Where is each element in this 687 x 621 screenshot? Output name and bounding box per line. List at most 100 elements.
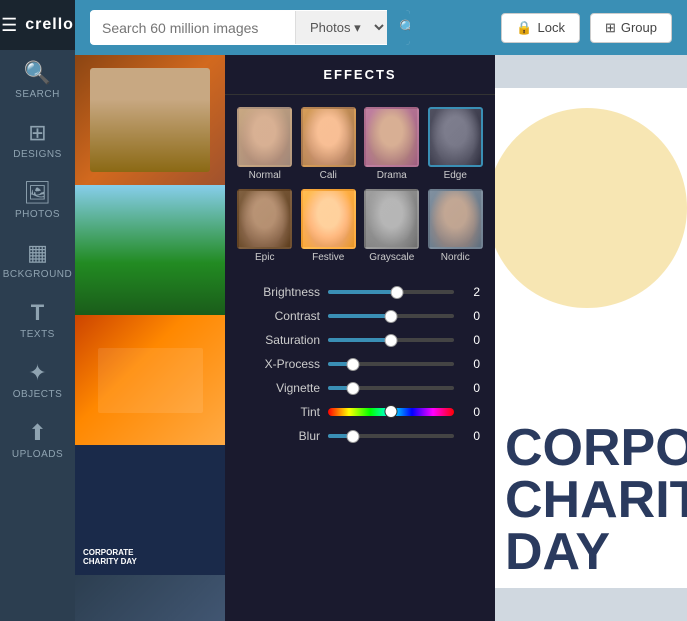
sidebar-item-search[interactable]: 🔍 SEARCH	[0, 50, 75, 110]
effect-cali[interactable]: Cali	[297, 103, 361, 185]
effect-nordic[interactable]: Nordic	[424, 185, 488, 267]
effect-epic[interactable]: Epic	[233, 185, 297, 267]
effects-grid: Normal Cali Drama Edge	[225, 95, 495, 275]
sidebar-item-uploads[interactable]: ⬆ UPLOADS	[0, 410, 75, 470]
effect-grayscale[interactable]: Grayscale	[360, 185, 424, 267]
hamburger-icon[interactable]: ☰	[1, 15, 17, 36]
xprocess-row: X-Process 0	[240, 357, 480, 371]
blur-track[interactable]	[328, 434, 454, 438]
search-input[interactable]	[90, 12, 295, 44]
canvas-content: CORPORATE CHARITY DAY	[495, 88, 687, 588]
brightness-row: Brightness 2	[240, 285, 480, 299]
saturation-value: 0	[462, 333, 480, 347]
sidebar-item-label: UPLOADS	[12, 449, 63, 460]
blur-row: Blur 0	[240, 429, 480, 443]
effect-thumb-grayscale	[364, 189, 419, 249]
sidebar-item-label: SEARCH	[15, 89, 60, 100]
effect-thumb-cali	[301, 107, 356, 167]
group-button[interactable]: ⊞ Group	[590, 13, 672, 43]
xprocess-track[interactable]	[328, 362, 454, 366]
sliders-section: Brightness 2 Contrast 0 Saturation	[225, 275, 495, 463]
photos-dropdown[interactable]: Photos ▾	[295, 11, 387, 44]
vignette-track[interactable]	[328, 386, 454, 390]
lock-icon: 🔒	[516, 20, 532, 36]
effect-label-epic: Epic	[255, 252, 274, 263]
contrast-label: Contrast	[240, 309, 320, 323]
vignette-row: Vignette 0	[240, 381, 480, 395]
sidebar-item-label: TEXTS	[20, 329, 55, 340]
crello-logo: crello	[25, 16, 74, 34]
contrast-value: 0	[462, 309, 480, 323]
photos-icon: 🖼	[24, 180, 52, 206]
group-icon: ⊞	[605, 20, 616, 36]
effect-label-drama: Drama	[377, 170, 407, 181]
effect-label-festive: Festive	[312, 252, 344, 263]
saturation-label: Saturation	[240, 333, 320, 347]
sidebar-item-label: PHOTOS	[15, 209, 60, 220]
main-area: Photos ▾ 🔍 🔒 Lock ⊞ Group	[75, 0, 687, 621]
xprocess-value: 0	[462, 357, 480, 371]
effect-drama[interactable]: Drama	[360, 103, 424, 185]
effect-thumb-drama	[364, 107, 419, 167]
photo-thumb-4[interactable]: CORPORATECHARITY DAY	[75, 445, 225, 575]
photo-thumb-5[interactable]: Civic CrowdfundingPlatform	[75, 575, 225, 621]
vignette-label: Vignette	[240, 381, 320, 395]
uploads-icon: ⬆	[28, 420, 46, 446]
designs-icon: ⊞	[28, 120, 46, 146]
vignette-value: 0	[462, 381, 480, 395]
photo-thumb-3[interactable]	[75, 315, 225, 445]
effect-thumb-festive	[301, 189, 356, 249]
tint-label: Tint	[240, 405, 320, 419]
sidebar-item-background[interactable]: ▦ BCKGROUND	[0, 230, 75, 290]
effect-thumb-edge	[428, 107, 483, 167]
xprocess-label: X-Process	[240, 357, 320, 371]
effect-festive[interactable]: Festive	[297, 185, 361, 267]
effect-label-edge: Edge	[444, 170, 467, 181]
blur-label: Blur	[240, 429, 320, 443]
brightness-value: 2	[462, 285, 480, 299]
blur-value: 0	[462, 429, 480, 443]
tint-row: Tint 0	[240, 405, 480, 419]
topbar: Photos ▾ 🔍 🔒 Lock ⊞ Group	[75, 0, 687, 55]
contrast-track[interactable]	[328, 314, 454, 318]
effect-label-grayscale: Grayscale	[369, 252, 414, 263]
canvas-text: CORPORATE CHARITY DAY	[495, 412, 687, 588]
effect-label-nordic: Nordic	[441, 252, 470, 263]
brightness-label: Brightness	[240, 285, 320, 299]
lock-label: Lock	[537, 20, 564, 35]
effects-header: EFFECTS	[225, 55, 495, 95]
effects-panel: EFFECTS Normal Cali Drama	[225, 55, 495, 621]
effect-label-cali: Cali	[320, 170, 337, 181]
tint-value: 0	[462, 405, 480, 419]
search-box: Photos ▾ 🔍	[90, 10, 410, 45]
search-icon: 🔍	[24, 60, 51, 86]
effect-edge[interactable]: Edge	[424, 103, 488, 185]
search-button[interactable]: 🔍	[387, 10, 410, 45]
tint-track[interactable]	[328, 408, 454, 416]
contrast-row: Contrast 0	[240, 309, 480, 323]
canvas-area[interactable]: CORPORATE CHARITY DAY	[495, 55, 687, 621]
effect-label-normal: Normal	[249, 170, 281, 181]
photo-thumb-2[interactable]	[75, 185, 225, 315]
sidebar-item-photos[interactable]: 🖼 PHOTOS	[0, 170, 75, 230]
sidebar-item-texts[interactable]: T TEXTS	[0, 290, 75, 350]
background-icon: ▦	[27, 240, 48, 266]
photo-thumb-1[interactable]	[75, 55, 225, 185]
sidebar-item-label: DESIGNS	[13, 149, 62, 160]
brightness-track[interactable]	[328, 290, 454, 294]
saturation-row: Saturation 0	[240, 333, 480, 347]
sidebar-item-designs[interactable]: ⊞ DESIGNS	[0, 110, 75, 170]
canvas-bg-circle	[495, 108, 687, 308]
sidebar-item-objects[interactable]: ✦ OBJECTS	[0, 350, 75, 410]
saturation-track[interactable]	[328, 338, 454, 342]
sidebar-item-label: BCKGROUND	[3, 269, 73, 280]
photo-strip: CORPORATECHARITY DAY Civic CrowdfundingP…	[75, 55, 225, 621]
effect-thumb-epic	[237, 189, 292, 249]
texts-icon: T	[31, 300, 44, 326]
lock-button[interactable]: 🔒 Lock	[501, 13, 580, 43]
sidebar: ☰ crello 🔍 SEARCH ⊞ DESIGNS 🖼 PHOTOS ▦ B…	[0, 0, 75, 621]
effect-normal[interactable]: Normal	[233, 103, 297, 185]
group-label: Group	[621, 20, 657, 35]
sidebar-header: ☰ crello	[0, 0, 75, 50]
topbar-actions: 🔒 Lock ⊞ Group	[501, 13, 672, 43]
